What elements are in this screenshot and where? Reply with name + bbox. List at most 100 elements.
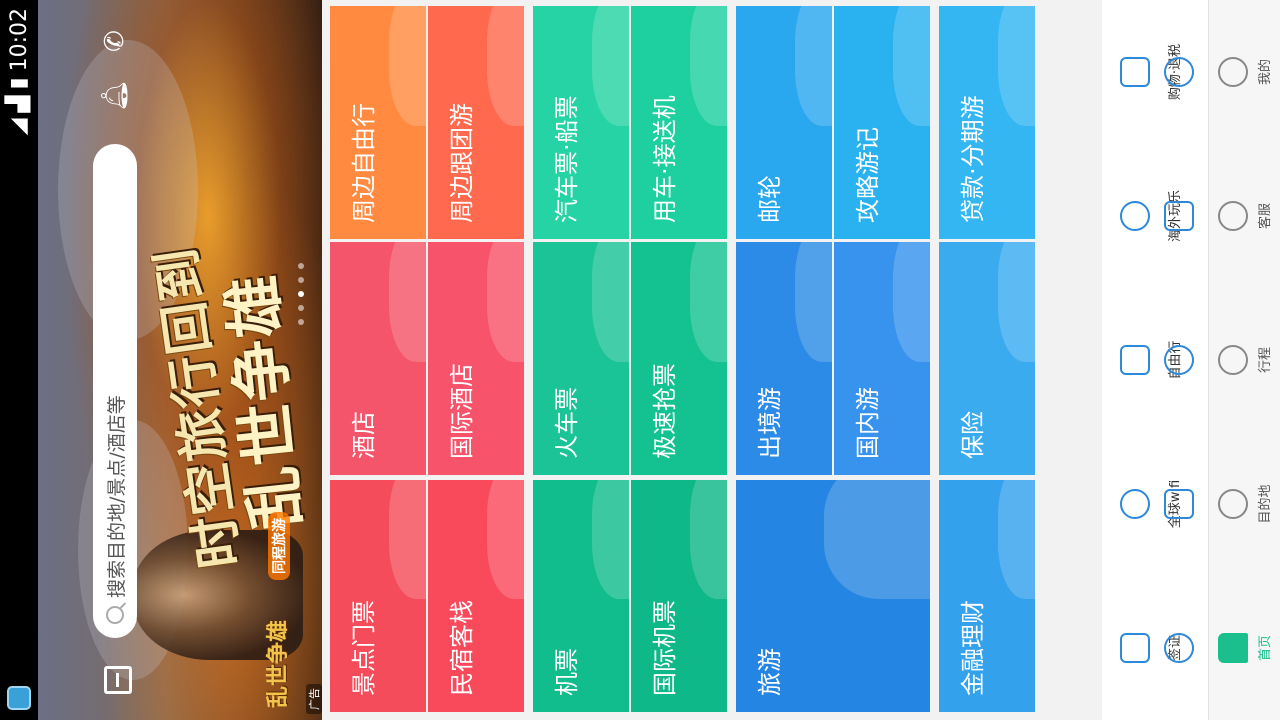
tile-decoration bbox=[389, 480, 426, 599]
service-tile-label: 景点门票 bbox=[350, 600, 378, 696]
service-tile-label: 汽车票·船票 bbox=[553, 95, 581, 223]
service-tile[interactable]: 贷款·分期游 bbox=[939, 6, 1035, 239]
service-tile[interactable]: 机票 bbox=[533, 480, 629, 712]
scan-icon[interactable] bbox=[104, 666, 132, 694]
tent-icon bbox=[1164, 201, 1194, 231]
service-tile[interactable]: 极速抢票 bbox=[631, 242, 727, 475]
home-icon bbox=[1217, 633, 1248, 663]
search-input[interactable]: 搜索目的地/景点/酒店等 bbox=[93, 144, 137, 638]
clock: 10:02 bbox=[6, 8, 32, 72]
service-tile[interactable]: 出境游 bbox=[736, 242, 832, 475]
feature-tent[interactable] bbox=[1164, 156, 1208, 276]
tab-headset[interactable]: 客服 bbox=[1209, 156, 1280, 276]
tab-label: 首页 bbox=[1257, 635, 1273, 662]
tile-decoration bbox=[389, 6, 426, 126]
service-tile-label: 国内游 bbox=[854, 387, 882, 459]
service-tile[interactable]: 旅游 bbox=[736, 480, 930, 712]
service-tile[interactable]: 景点门票 bbox=[330, 480, 426, 712]
suitcase-icon bbox=[1120, 345, 1150, 375]
service-tile[interactable]: 周边自由行 bbox=[330, 6, 426, 239]
app-badge-icon bbox=[7, 686, 31, 710]
tile-decoration bbox=[592, 6, 629, 126]
service-tile-label: 酒店 bbox=[350, 411, 378, 459]
service-tile[interactable]: 金融理财 bbox=[939, 480, 1035, 712]
service-tile[interactable]: 火车票 bbox=[533, 242, 629, 475]
tile-decoration bbox=[487, 6, 524, 126]
visa-icon bbox=[1120, 633, 1150, 663]
phone-icon[interactable]: ✆ bbox=[100, 30, 130, 52]
service-tile[interactable]: 保险 bbox=[939, 242, 1035, 475]
carousel-dot bbox=[298, 277, 304, 283]
feature-cards[interactable] bbox=[1164, 444, 1208, 564]
search-placeholder: 搜索目的地/景点/酒店等 bbox=[105, 395, 128, 598]
tile-decoration bbox=[487, 480, 524, 599]
feature-grid[interactable] bbox=[1164, 12, 1208, 132]
service-tile-label: 周边自由行 bbox=[350, 103, 378, 223]
service-tile[interactable]: 汽车票·船票 bbox=[533, 6, 629, 239]
service-tile[interactable]: 用车·接送机 bbox=[631, 6, 727, 239]
wifi-status-icon: ◢ bbox=[6, 118, 31, 136]
app-screen: ◢ ▟ ▮ 10:02 时空旅行回到 乱世争雄 乱世争雄 同程旅游 广告 搜索目… bbox=[0, 0, 1280, 720]
service-tile[interactable]: 民宿客栈 bbox=[428, 480, 524, 712]
tile-decoration bbox=[487, 242, 524, 362]
service-tile[interactable]: 国际酒店 bbox=[428, 242, 524, 475]
tab-label: 行程 bbox=[1257, 347, 1273, 374]
tab-calendar[interactable]: 行程 bbox=[1209, 300, 1280, 420]
feature-map-pin[interactable] bbox=[1164, 588, 1208, 708]
service-tile-label: 机票 bbox=[553, 648, 581, 696]
tile-decoration bbox=[998, 480, 1035, 599]
bell-icon[interactable]: 🔔︎ bbox=[100, 79, 130, 112]
tile-decoration bbox=[893, 6, 930, 126]
tab-home[interactable]: 首页 bbox=[1209, 588, 1280, 708]
tile-decoration bbox=[795, 6, 832, 126]
tab-label: 我的 bbox=[1257, 59, 1273, 86]
feature-crown[interactable] bbox=[1164, 300, 1208, 420]
signal-icon: ▟ bbox=[6, 95, 31, 113]
compass-icon bbox=[1217, 489, 1248, 519]
service-grid: 景点门票 民宿客栈 酒店 国际酒店 周边自由行 周边跟团游机票 国际机票 火车票 极速抢票 汽车票… bbox=[330, 6, 1101, 712]
carousel-dot bbox=[298, 305, 304, 311]
wifi-icon bbox=[1120, 489, 1150, 519]
headset-icon bbox=[1217, 201, 1248, 231]
service-tile[interactable]: 周边跟团游 bbox=[428, 6, 524, 239]
search-icon bbox=[106, 606, 124, 624]
service-tile-label: 火车票 bbox=[553, 387, 581, 459]
game-logo: 乱世争雄 bbox=[265, 619, 291, 708]
tile-decoration bbox=[592, 480, 629, 599]
service-tile[interactable]: 酒店 bbox=[330, 242, 426, 475]
carousel-dots bbox=[298, 263, 304, 325]
tile-decoration bbox=[998, 242, 1035, 362]
tile-decoration bbox=[389, 242, 426, 362]
promo-banner[interactable]: 时空旅行回到 乱世争雄 乱世争雄 同程旅游 广告 搜索目的地/景点/酒店等 🔔︎… bbox=[38, 0, 322, 720]
tile-decoration bbox=[795, 242, 832, 362]
crown-icon bbox=[1164, 345, 1194, 375]
service-tile[interactable]: 国际机票 bbox=[631, 480, 727, 712]
tile-decoration bbox=[893, 242, 930, 362]
service-tile[interactable]: 国内游 bbox=[834, 242, 930, 475]
service-tile-label: 周边跟团游 bbox=[448, 103, 476, 223]
battery-icon: ▮ bbox=[6, 77, 31, 90]
tab-label: 目的地 bbox=[1257, 484, 1273, 524]
tab-compass[interactable]: 目的地 bbox=[1209, 444, 1280, 564]
grid-icon bbox=[1164, 57, 1194, 87]
carousel-dot bbox=[298, 291, 304, 297]
calendar-icon bbox=[1217, 345, 1248, 375]
user-icon bbox=[1217, 57, 1248, 87]
status-bar: ◢ ▟ ▮ 10:02 bbox=[0, 0, 38, 720]
tile-decoration bbox=[690, 6, 727, 126]
tab-label: 客服 bbox=[1257, 203, 1273, 230]
service-tile-label: 金融理财 bbox=[959, 600, 987, 696]
sponsor-logo: 同程旅游 bbox=[268, 512, 290, 580]
tab-bar: 首页 目的地 行程 客服 我的 bbox=[1208, 0, 1280, 720]
ad-tag: 广告 bbox=[306, 684, 322, 714]
service-tile-label: 国际酒店 bbox=[448, 363, 476, 459]
service-tile[interactable]: 攻略游记 bbox=[834, 6, 930, 239]
cart-icon bbox=[1120, 57, 1150, 87]
carousel-dot bbox=[298, 263, 304, 269]
cards-icon bbox=[1164, 489, 1194, 519]
service-tile[interactable]: 邮轮 bbox=[736, 6, 832, 239]
tab-user[interactable]: 我的 bbox=[1209, 12, 1280, 132]
tile-decoration bbox=[690, 242, 727, 362]
service-tile-label: 保险 bbox=[959, 411, 987, 459]
tile-decoration bbox=[690, 480, 727, 599]
